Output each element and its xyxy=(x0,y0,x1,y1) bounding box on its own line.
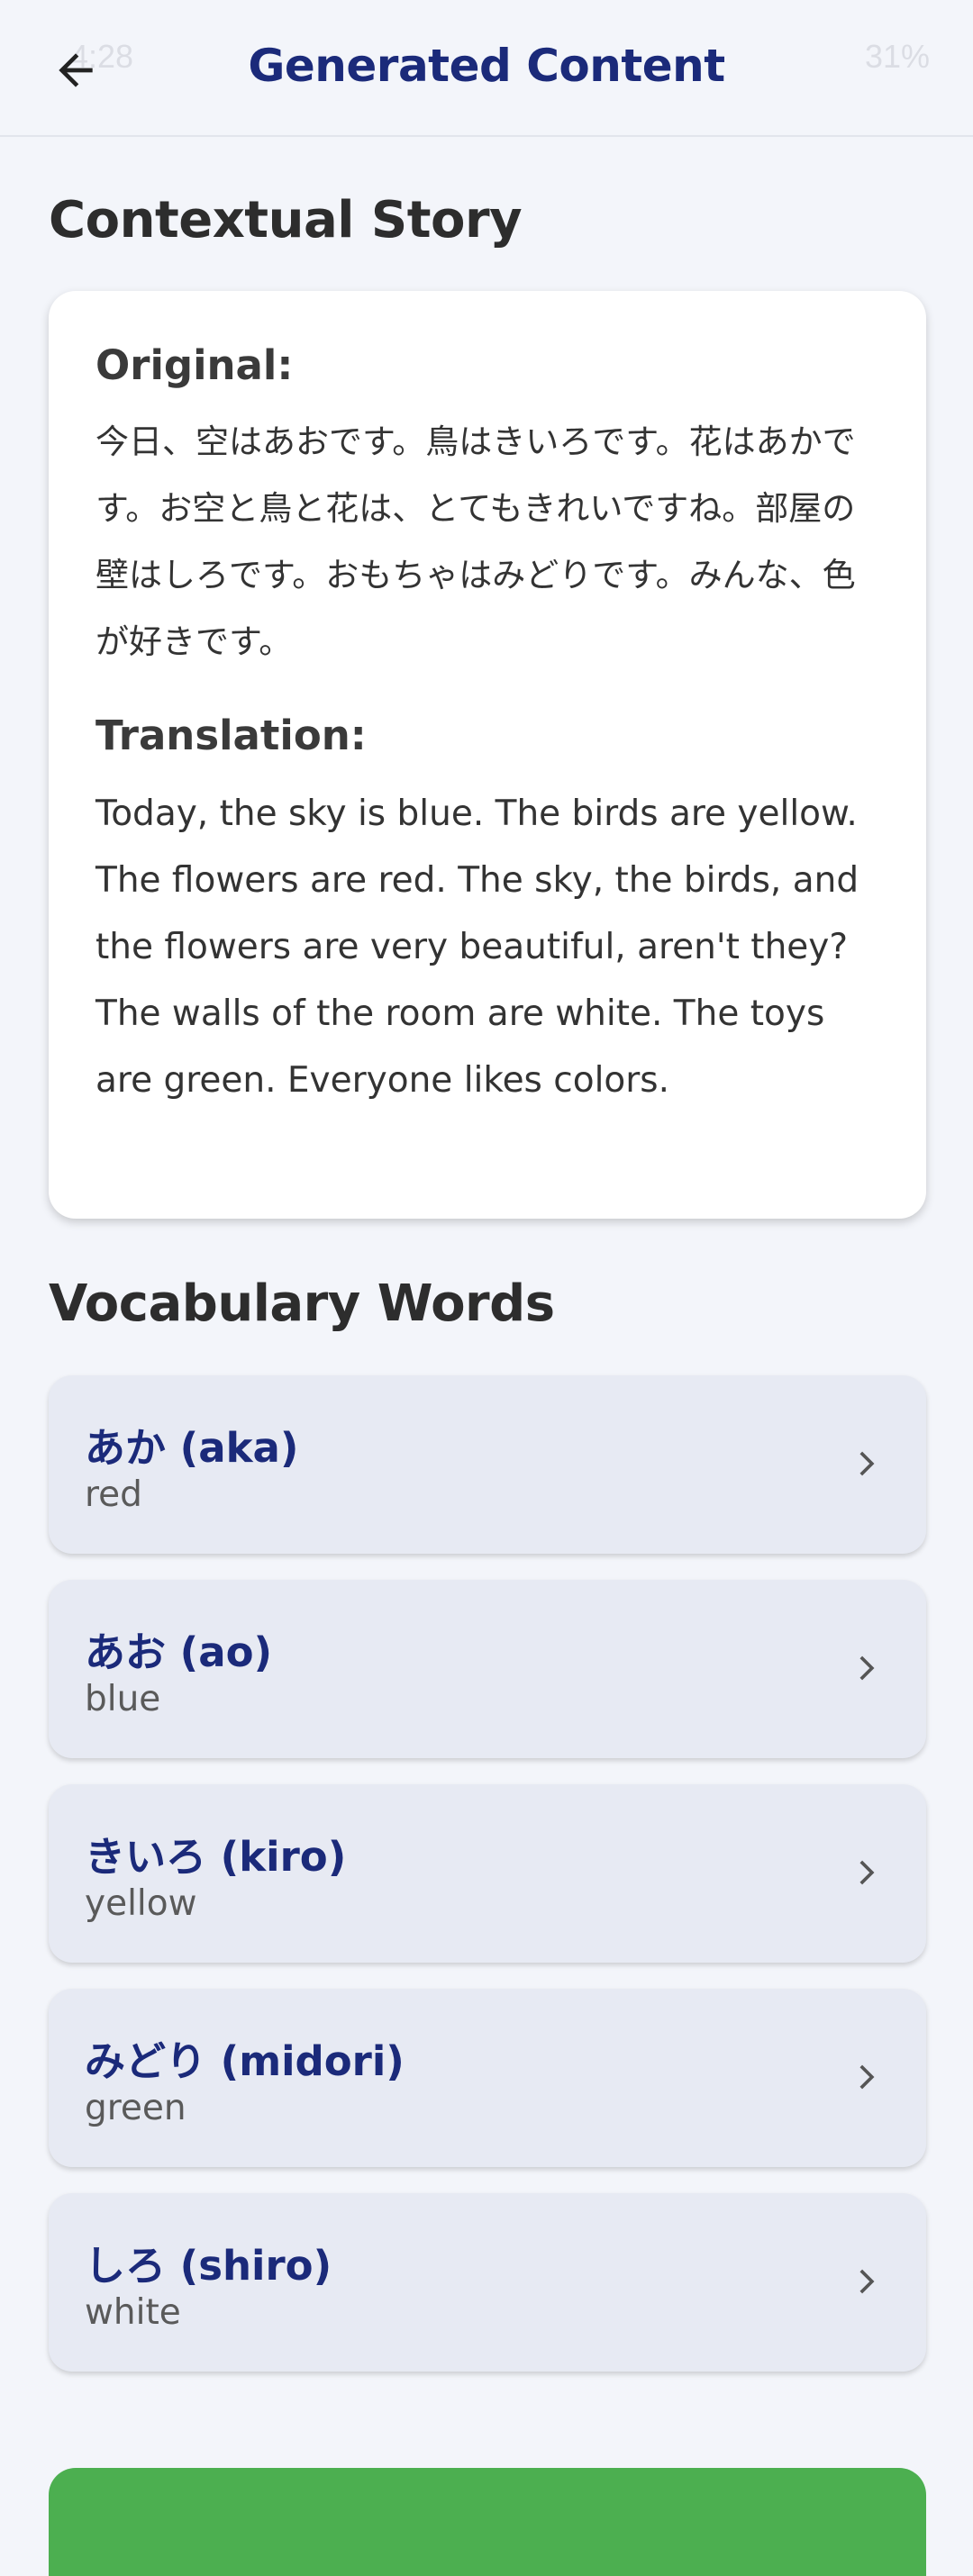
chevron-right-icon xyxy=(859,1451,875,1476)
chevron-right-icon xyxy=(859,1860,875,1885)
vocab-item-aka[interactable]: あか (aka) red xyxy=(49,1375,926,1554)
vocab-term: きいろ (kiro) xyxy=(85,1833,347,1881)
original-label: Original: xyxy=(95,341,294,389)
translation-text: Today, the sky is blue. The birds are ye… xyxy=(95,794,859,1101)
primary-action-button[interactable] xyxy=(49,2468,926,2576)
chevron-right-icon xyxy=(859,2269,875,2294)
translation-label: Translation: xyxy=(95,712,367,759)
page-title: Generated Content xyxy=(248,40,725,92)
vocab-term: あか (aka) xyxy=(85,1424,299,1472)
vocab-item-midori[interactable]: みどり (midori) green xyxy=(49,1989,926,2167)
vocab-meaning: yellow xyxy=(85,1883,197,1924)
vocab-term: あお (ao) xyxy=(85,1628,273,1676)
vocab-term: しろ (shiro) xyxy=(85,2242,332,2290)
vocab-term: みどり (midori) xyxy=(85,2037,405,2085)
vocab-meaning: green xyxy=(85,2088,186,2128)
chevron-right-icon xyxy=(859,2064,875,2090)
vocab-item-kiro[interactable]: きいろ (kiro) yellow xyxy=(49,1784,926,1963)
vocab-item-ao[interactable]: あお (ao) blue xyxy=(49,1580,926,1758)
vocabulary-section-title: Vocabulary Words xyxy=(49,1274,555,1333)
app-bar: 4:28 31% Generated Content xyxy=(0,0,973,137)
vocabulary-list: あか (aka) red あお (ao) blue きいろ (kiro) yel… xyxy=(49,1375,926,2398)
vocab-meaning: white xyxy=(85,2292,181,2333)
vocab-meaning: red xyxy=(85,1474,142,1515)
vocab-item-shiro[interactable]: しろ (shiro) white xyxy=(49,2193,926,2372)
story-section-title: Contextual Story xyxy=(49,191,523,249)
story-card: Original: 今日、空はあおです。鳥はきいろです。花はあかです。お空と鳥と… xyxy=(49,291,926,1219)
chevron-right-icon xyxy=(859,1655,875,1681)
vocab-meaning: blue xyxy=(85,1679,161,1719)
original-text: 今日、空はあおです。鳥はきいろです。花はあかです。お空と鳥と花は、とてもきれいで… xyxy=(95,422,856,661)
